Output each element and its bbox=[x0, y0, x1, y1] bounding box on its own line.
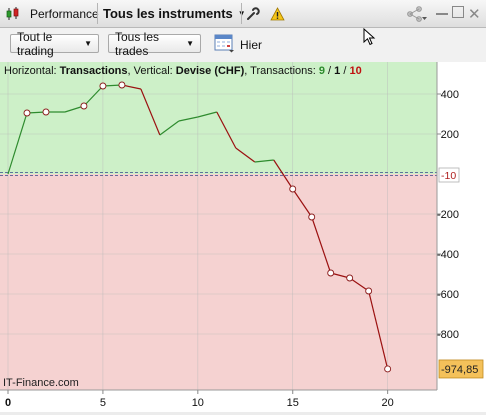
data-point bbox=[384, 365, 392, 373]
profit-zone bbox=[0, 62, 437, 174]
x-tick-label: 0 bbox=[5, 397, 11, 409]
x-tick-label: 15 bbox=[287, 397, 299, 409]
performance-tab[interactable]: Performance bbox=[30, 0, 99, 27]
y-tick-label: -400 bbox=[437, 249, 459, 261]
mouse-cursor-icon bbox=[363, 28, 376, 46]
warning-icon[interactable] bbox=[270, 0, 285, 27]
chevron-down-icon: ▼ bbox=[186, 39, 194, 48]
data-point bbox=[80, 102, 88, 110]
losses-count: 10 bbox=[349, 65, 362, 77]
data-point bbox=[308, 213, 316, 221]
trading-dropdown[interactable]: Tout le trading ▼ bbox=[10, 30, 99, 58]
trading-dropdown-label: Tout le trading bbox=[17, 29, 54, 58]
trades-dropdown-label: Tous les trades bbox=[115, 29, 160, 58]
data-point bbox=[23, 109, 31, 117]
data-point bbox=[42, 108, 50, 116]
y-tick-label: 200 bbox=[441, 129, 459, 141]
brand-watermark: IT-Finance.com bbox=[3, 377, 79, 389]
y-tick-label: 400 bbox=[441, 89, 459, 101]
chart-info-line: Horizontal: Transactions, Vertical: Devi… bbox=[4, 65, 362, 77]
period-label: Hier bbox=[240, 38, 263, 52]
y-tick-label: -200 bbox=[437, 209, 459, 221]
loss-zone bbox=[0, 174, 437, 390]
last-value-label: -974,85 bbox=[441, 364, 478, 376]
title-bar: Performance Tous les instruments ▼ ✕ bbox=[0, 0, 486, 28]
vertical-value: Devise (CHF) bbox=[175, 65, 245, 77]
y-tick-label: -600 bbox=[437, 289, 459, 301]
chart-area: 400 200 -200 -400 -600 -800 0 5 10 15 20 -10 -974,85… bbox=[0, 62, 486, 412]
calendar-icon[interactable] bbox=[214, 33, 235, 56]
y-axis-panel bbox=[437, 62, 486, 412]
instruments-dropdown[interactable]: Tous les instruments ▼ bbox=[103, 0, 246, 27]
x-tick-label: 5 bbox=[100, 397, 106, 409]
chevron-down-icon: ▼ bbox=[84, 39, 92, 48]
filter-toolbar: Tout le trading ▼ Tous les trades ▼ Hier bbox=[0, 28, 486, 62]
transactions-prefix: , Transactions: bbox=[244, 65, 319, 77]
zero-value-label: -10 bbox=[441, 170, 456, 182]
x-tick-label: 20 bbox=[382, 397, 394, 409]
data-point bbox=[346, 274, 354, 282]
share-icon[interactable] bbox=[406, 0, 428, 27]
wrench-icon[interactable] bbox=[246, 0, 261, 27]
x-tick-label: 10 bbox=[192, 397, 204, 409]
data-point bbox=[99, 82, 107, 90]
data-point bbox=[289, 185, 297, 193]
trades-dropdown[interactable]: Tous les trades ▼ bbox=[108, 30, 201, 58]
horizontal-value: Transactions bbox=[59, 65, 128, 77]
instruments-label: Tous les instruments bbox=[103, 6, 233, 21]
candlestick-icon bbox=[5, 0, 21, 27]
performance-chart: 400 200 -200 -400 -600 -800 0 5 10 15 20 -10 -974,85 bbox=[0, 62, 486, 412]
horizontal-prefix: Horizontal: bbox=[4, 65, 60, 77]
y-tick-label: -800 bbox=[437, 329, 459, 341]
x-axis-panel bbox=[0, 390, 437, 412]
data-point bbox=[365, 287, 373, 295]
vertical-prefix: , Vertical: bbox=[127, 65, 176, 77]
maximize-icon[interactable] bbox=[452, 6, 464, 18]
minimize-icon[interactable] bbox=[436, 13, 448, 15]
separator-1: / bbox=[324, 65, 335, 77]
data-point bbox=[118, 81, 126, 89]
data-point bbox=[327, 269, 335, 277]
performance-label: Performance bbox=[30, 6, 99, 21]
close-icon[interactable]: ✕ bbox=[468, 0, 481, 27]
